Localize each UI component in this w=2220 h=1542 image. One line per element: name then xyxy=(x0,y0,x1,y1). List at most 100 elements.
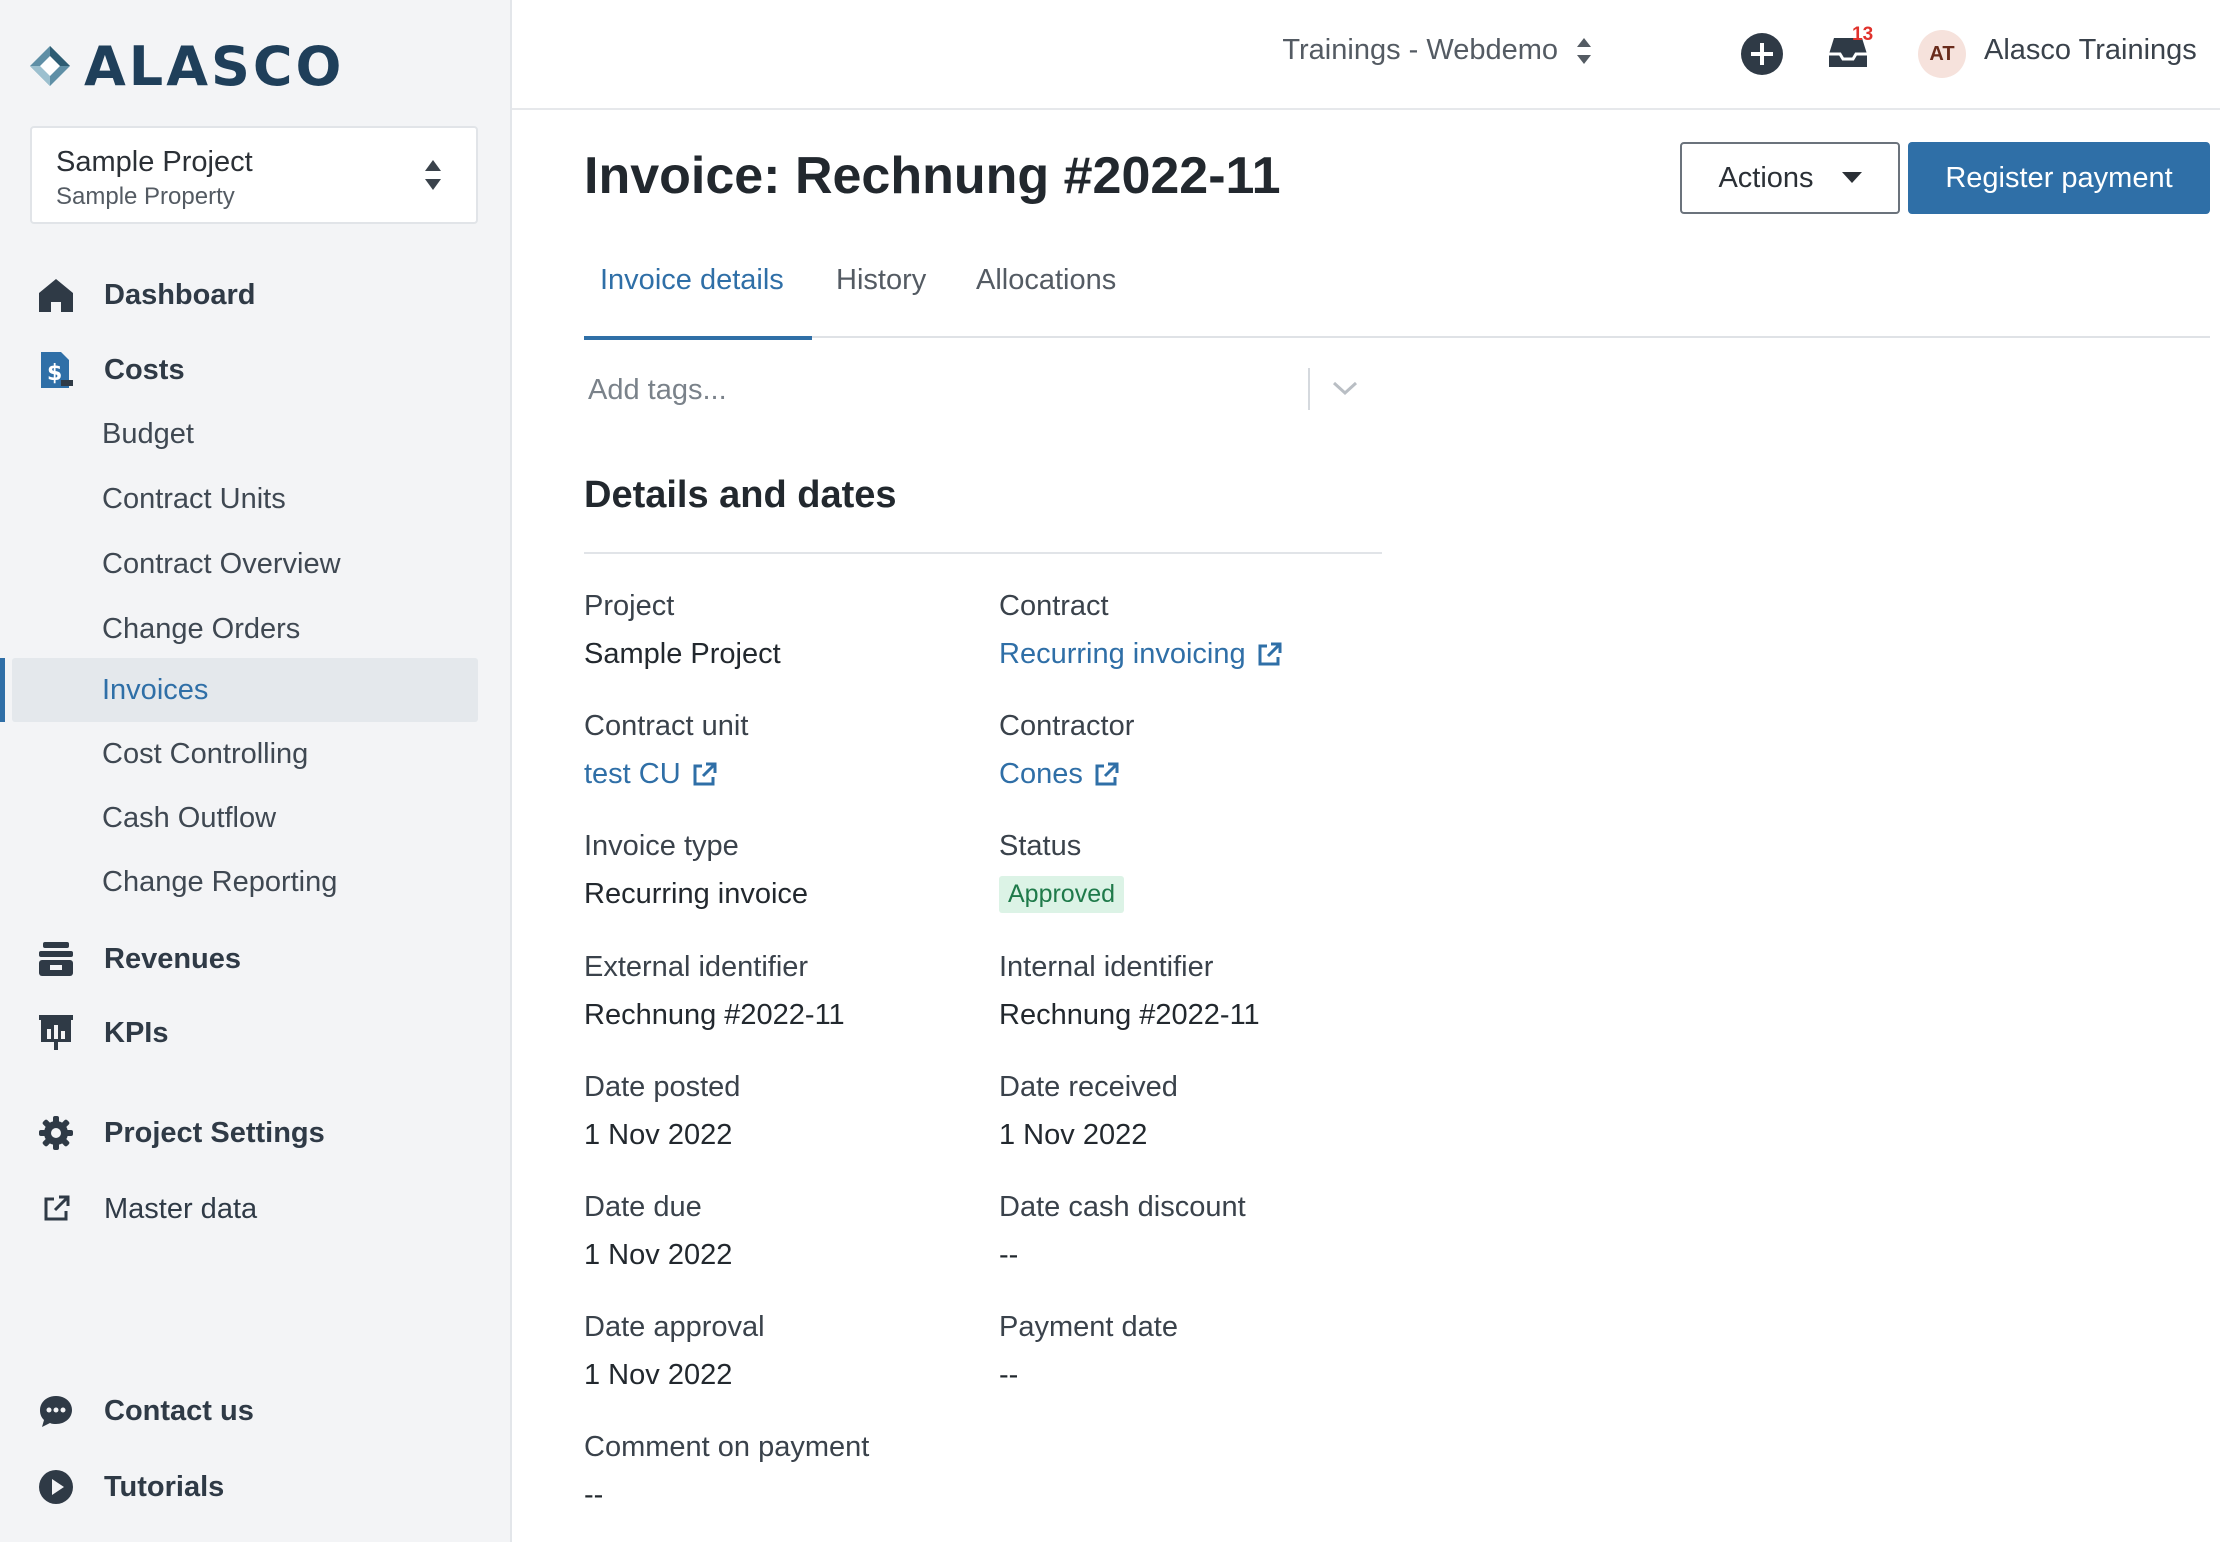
date-approval-value: 1 Nov 2022 xyxy=(584,1359,733,1391)
external-identifier-label: External identifier xyxy=(584,951,809,983)
play-circle-icon xyxy=(36,1467,76,1507)
nav-costs[interactable]: $ Costs xyxy=(36,345,185,395)
comment-on-payment-label: Comment on payment xyxy=(584,1431,870,1463)
sidebar: ALASCO Sample Project Sample Property Da… xyxy=(0,0,512,1542)
nav-contact-us[interactable]: Contact us xyxy=(36,1386,254,1436)
nav-cost-controlling[interactable]: Cost Controlling xyxy=(102,734,308,774)
nav-active-highlight xyxy=(12,658,478,722)
date-received-value: 1 Nov 2022 xyxy=(999,1119,1148,1151)
nav-contract-overview[interactable]: Contract Overview xyxy=(102,544,341,584)
nav-project-settings[interactable]: Project Settings xyxy=(36,1108,325,1158)
nav-tutorials-label: Tutorials xyxy=(104,1470,225,1503)
external-link-icon xyxy=(693,762,717,785)
user-name[interactable]: Alasco Trainings xyxy=(1984,34,2197,67)
contract-unit-label: Contract unit xyxy=(584,710,749,742)
invoice-type-value: Recurring invoice xyxy=(584,878,809,910)
date-cash-discount-value: -- xyxy=(999,1239,1019,1271)
workspace-name: Trainings - Webdemo xyxy=(1282,34,1558,66)
nav-dashboard[interactable]: Dashboard xyxy=(36,270,255,320)
cash-register-icon xyxy=(36,939,76,979)
project-value: Sample Project xyxy=(584,638,781,670)
property-name: Sample Property xyxy=(56,183,235,210)
nav-revenues-label: Revenues xyxy=(104,942,242,975)
payment-date-value: -- xyxy=(999,1359,1019,1391)
date-received-label: Date received xyxy=(999,1071,1178,1103)
nav-contract-units[interactable]: Contract Units xyxy=(102,479,286,519)
chevron-down-icon[interactable] xyxy=(1332,380,1358,396)
nav-dashboard-label: Dashboard xyxy=(104,278,256,311)
contractor-value: Cones xyxy=(999,758,1083,790)
caret-down-icon xyxy=(1841,172,1862,183)
section-divider xyxy=(584,552,1382,554)
project-switcher[interactable]: Sample Project Sample Property xyxy=(30,126,478,224)
alasco-logo[interactable]: ALASCO xyxy=(28,34,345,98)
costs-document-icon: $ xyxy=(36,350,76,390)
avatar[interactable]: AT xyxy=(1918,30,1966,78)
tab-bar: Invoice details History Allocations xyxy=(584,260,2210,340)
workspace-switcher[interactable]: Trainings - Webdemo xyxy=(1282,34,1592,67)
alasco-logo-icon xyxy=(30,46,70,86)
home-icon xyxy=(36,275,76,315)
project-label: Project xyxy=(584,590,675,622)
contract-link[interactable]: Recurring invoicing xyxy=(999,638,1282,671)
date-due-value: 1 Nov 2022 xyxy=(584,1239,733,1271)
contractor-link[interactable]: Cones xyxy=(999,758,1119,791)
nav-invoices[interactable]: Invoices xyxy=(102,670,208,710)
add-icon[interactable] xyxy=(1740,32,1784,76)
register-payment-button[interactable]: Register payment xyxy=(1908,142,2210,214)
page-title: Invoice: Rechnung #2022-11 xyxy=(584,147,1281,205)
nav-kpis[interactable]: KPIs xyxy=(36,1008,168,1058)
chat-bubble-icon xyxy=(36,1391,76,1431)
external-link-icon xyxy=(1095,762,1119,785)
nav-revenues[interactable]: Revenues xyxy=(36,934,241,984)
nav-master-data[interactable]: Master data xyxy=(36,1184,257,1234)
internal-identifier-value: Rechnung #2022-11 xyxy=(999,999,1260,1031)
nav-cash-outflow[interactable]: Cash Outflow xyxy=(102,798,276,838)
nav-project-settings-label: Project Settings xyxy=(104,1116,325,1149)
status-badge: Approved xyxy=(999,876,1125,913)
project-name: Sample Project xyxy=(56,146,253,178)
presentation-chart-icon xyxy=(36,1013,76,1053)
tags-input[interactable]: Add tags... xyxy=(584,362,1364,418)
external-identifier-value: Rechnung #2022-11 xyxy=(584,999,845,1031)
nav-change-reporting[interactable]: Change Reporting xyxy=(102,862,337,902)
date-posted-value: 1 Nov 2022 xyxy=(584,1119,733,1151)
nav-costs-label: Costs xyxy=(104,353,185,386)
actions-dropdown-button[interactable]: Actions xyxy=(1680,142,1900,214)
invoice-type-label: Invoice type xyxy=(584,830,739,862)
logo-text: ALASCO xyxy=(84,34,345,98)
sort-arrows-icon xyxy=(1577,37,1591,64)
internal-identifier-label: Internal identifier xyxy=(999,951,1214,983)
inbox-count-badge: 13 xyxy=(1852,24,1874,45)
actions-label: Actions xyxy=(1718,161,1814,194)
svg-text:$: $ xyxy=(47,361,62,386)
nav-change-orders[interactable]: Change Orders xyxy=(102,609,300,649)
nav-tutorials[interactable]: Tutorials xyxy=(36,1462,224,1512)
contract-unit-link[interactable]: test CU xyxy=(584,758,717,791)
comment-on-payment-value: -- xyxy=(584,1479,604,1511)
date-due-label: Date due xyxy=(584,1191,702,1223)
top-bar: Trainings - Webdemo 13 AT Alasco Trainin… xyxy=(512,0,2220,110)
contract-unit-value: test CU xyxy=(584,758,681,790)
date-cash-discount-label: Date cash discount xyxy=(999,1191,1246,1223)
sort-arrows-icon xyxy=(425,160,441,190)
external-link-icon xyxy=(1258,642,1282,665)
tab-allocations[interactable]: Allocations xyxy=(960,264,1132,338)
contractor-label: Contractor xyxy=(999,710,1135,742)
tab-invoice-details[interactable]: Invoice details xyxy=(584,264,812,340)
nav-kpis-label: KPIs xyxy=(104,1016,169,1049)
contract-value: Recurring invoicing xyxy=(999,638,1246,670)
payment-date-label: Payment date xyxy=(999,1311,1178,1343)
date-posted-label: Date posted xyxy=(584,1071,741,1103)
nav-active-indicator xyxy=(0,658,5,722)
tab-history[interactable]: History xyxy=(820,264,942,338)
status-label: Status xyxy=(999,830,1082,862)
section-title: Details and dates xyxy=(584,474,897,516)
gear-icon xyxy=(36,1113,76,1153)
nav-contact-us-label: Contact us xyxy=(104,1394,254,1427)
tags-divider xyxy=(1308,368,1310,410)
nav-budget[interactable]: Budget xyxy=(102,414,194,454)
nav-master-data-label: Master data xyxy=(104,1192,258,1225)
external-link-icon xyxy=(36,1189,76,1229)
date-approval-label: Date approval xyxy=(584,1311,765,1343)
